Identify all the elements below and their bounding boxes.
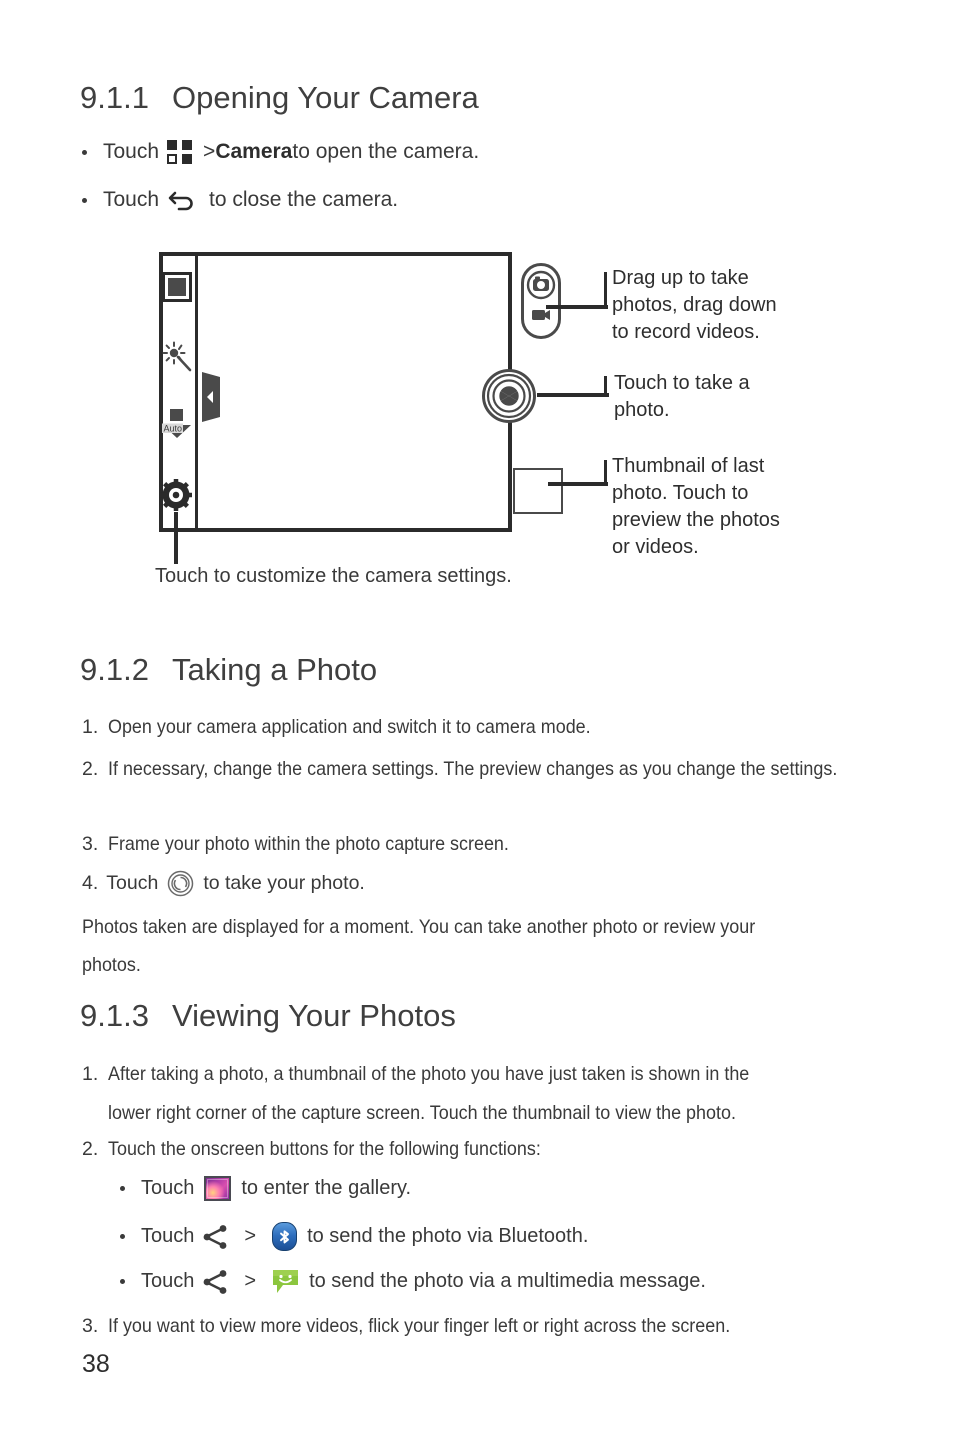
- photo-mode-icon[interactable]: [162, 272, 192, 307]
- bullet-gallery-pre: Touch: [141, 1177, 195, 1199]
- step-912-2: 2. If necessary, change the camera setti…: [82, 750, 954, 789]
- section-number-913: 9.1.3: [80, 998, 149, 1033]
- annotation-shutter: Touch to take a photo.: [614, 370, 824, 424]
- leader-riser-thumbnail: [604, 460, 607, 485]
- step-number: 3.: [82, 833, 99, 855]
- bullet-dot-icon: [120, 1186, 125, 1191]
- leader-riser-shutter: [604, 376, 607, 396]
- step-number: 3.: [82, 1315, 99, 1337]
- white-balance-auto-icon[interactable]: Auto: [161, 409, 193, 444]
- step-912-1: 1. Open your camera application and swit…: [82, 708, 922, 747]
- bullet-mms-pre: Touch: [141, 1270, 195, 1292]
- closing-line-2: photos.: [82, 954, 141, 976]
- step-text: If necessary, change the camera settings…: [108, 758, 838, 780]
- step-text: Open your camera application and switch …: [108, 716, 591, 738]
- step-text-line1: After taking a photo, a thumbnail of the…: [108, 1063, 750, 1085]
- step-913-3: 3. If you want to view more videos, flic…: [82, 1307, 954, 1346]
- leader-line-shutter: [537, 393, 609, 397]
- step-text: Touch the onscreen buttons for the follo…: [108, 1138, 541, 1160]
- step-912-4: 4. Touch to take your photo.: [82, 870, 365, 897]
- annotation-thumbnail: Thumbnail of last photo. Touch to previe…: [612, 453, 827, 561]
- annotation-line: photo. Touch to: [612, 482, 749, 504]
- share-icon[interactable]: [202, 1269, 230, 1295]
- leader-line-settings: [174, 512, 178, 564]
- mode-toggle-camera-video[interactable]: [521, 263, 561, 339]
- bullet-bluetooth-post: to send the photo via Bluetooth.: [307, 1225, 589, 1247]
- step-number: 4.: [82, 872, 99, 894]
- step-number: 2.: [82, 1138, 99, 1160]
- bullet-bluetooth: Touch > to send the photo via Bluetooth.: [120, 1222, 588, 1251]
- section-title-913: Viewing Your Photos: [172, 998, 456, 1033]
- bullet-dot-icon: [120, 1279, 125, 1284]
- bullet-mms: Touch > to send the photo via a multimed…: [120, 1268, 706, 1295]
- page-number: 38: [82, 1350, 110, 1378]
- step-913-2: 2. Touch the onscreen buttons for the fo…: [82, 1130, 954, 1169]
- section-title-912: Taking a Photo: [172, 652, 378, 687]
- gallery-icon[interactable]: [204, 1176, 232, 1201]
- bullet-mms-mid: >: [244, 1270, 257, 1292]
- shutter-button-icon[interactable]: [167, 870, 194, 897]
- annotation-line: Touch to take a: [614, 372, 750, 394]
- bullet-dot-icon: [120, 1234, 125, 1239]
- shutter-button[interactable]: [482, 369, 536, 423]
- step-912-3: 3. Frame your photo within the photo cap…: [82, 825, 922, 864]
- annotation-line: to record videos.: [612, 321, 760, 343]
- annotation-line: Drag up to take: [612, 267, 749, 289]
- bullet-gallery-post: to enter the gallery.: [241, 1177, 412, 1199]
- bluetooth-icon[interactable]: [272, 1222, 298, 1251]
- step-number: 2.: [82, 758, 99, 780]
- bullet-bluetooth-pre: Touch: [141, 1225, 195, 1247]
- camera-ui-diagram: Auto Drag up to take photos, drag down t…: [0, 0, 954, 600]
- leader-line-thumbnail: [548, 482, 608, 486]
- annotation-line: or videos.: [612, 536, 699, 558]
- annotation-line: Thumbnail of last: [612, 455, 765, 477]
- step-text-line2: lower right corner of the capture screen…: [108, 1102, 736, 1124]
- leader-riser-mode-toggle: [604, 272, 607, 308]
- section-number-912: 9.1.2: [80, 652, 149, 687]
- preview-drawer-handle[interactable]: [200, 368, 222, 431]
- annotation-line: photo.: [614, 399, 670, 421]
- bullet-mms-post: to send the photo via a multimedia messa…: [309, 1270, 706, 1292]
- step-912-4-post: to take your photo.: [203, 872, 365, 894]
- last-photo-thumbnail[interactable]: [513, 468, 563, 514]
- step-912-4-pre: Touch: [106, 872, 159, 894]
- closing-line-1: Photos taken are displayed for a moment.…: [82, 916, 756, 938]
- manual-page: 9.1.1 Opening Your Camera Touch > Camera …: [0, 0, 954, 1429]
- share-icon[interactable]: [202, 1224, 230, 1250]
- step-913-1: 1. After taking a photo, a thumbnail of …: [82, 1055, 954, 1133]
- step-number: 1.: [82, 716, 99, 738]
- annotation-mode-toggle: Drag up to take photos, drag down to rec…: [612, 265, 822, 346]
- left-toolbar-divider: [195, 256, 198, 528]
- annotation-line: preview the photos: [612, 509, 780, 531]
- step-text: If you want to view more videos, flick y…: [108, 1315, 731, 1337]
- brightness-wand-icon[interactable]: [161, 341, 193, 380]
- leader-line-mode-toggle: [546, 305, 608, 309]
- section-heading-912: 9.1.2 Taking a Photo: [80, 652, 377, 688]
- section-heading-913: 9.1.3 Viewing Your Photos: [80, 998, 456, 1034]
- step-number: 1.: [82, 1063, 99, 1085]
- step-text: Frame your photo within the photo captur…: [108, 833, 509, 855]
- bullet-bluetooth-mid: >: [244, 1225, 257, 1247]
- messaging-icon[interactable]: [272, 1268, 299, 1295]
- svg-text:Auto: Auto: [164, 424, 183, 434]
- annotation-line: photos, drag down: [612, 294, 777, 316]
- diagram-caption-settings: Touch to customize the camera settings.: [155, 565, 512, 587]
- bullet-gallery: Touch to enter the gallery.: [120, 1176, 411, 1201]
